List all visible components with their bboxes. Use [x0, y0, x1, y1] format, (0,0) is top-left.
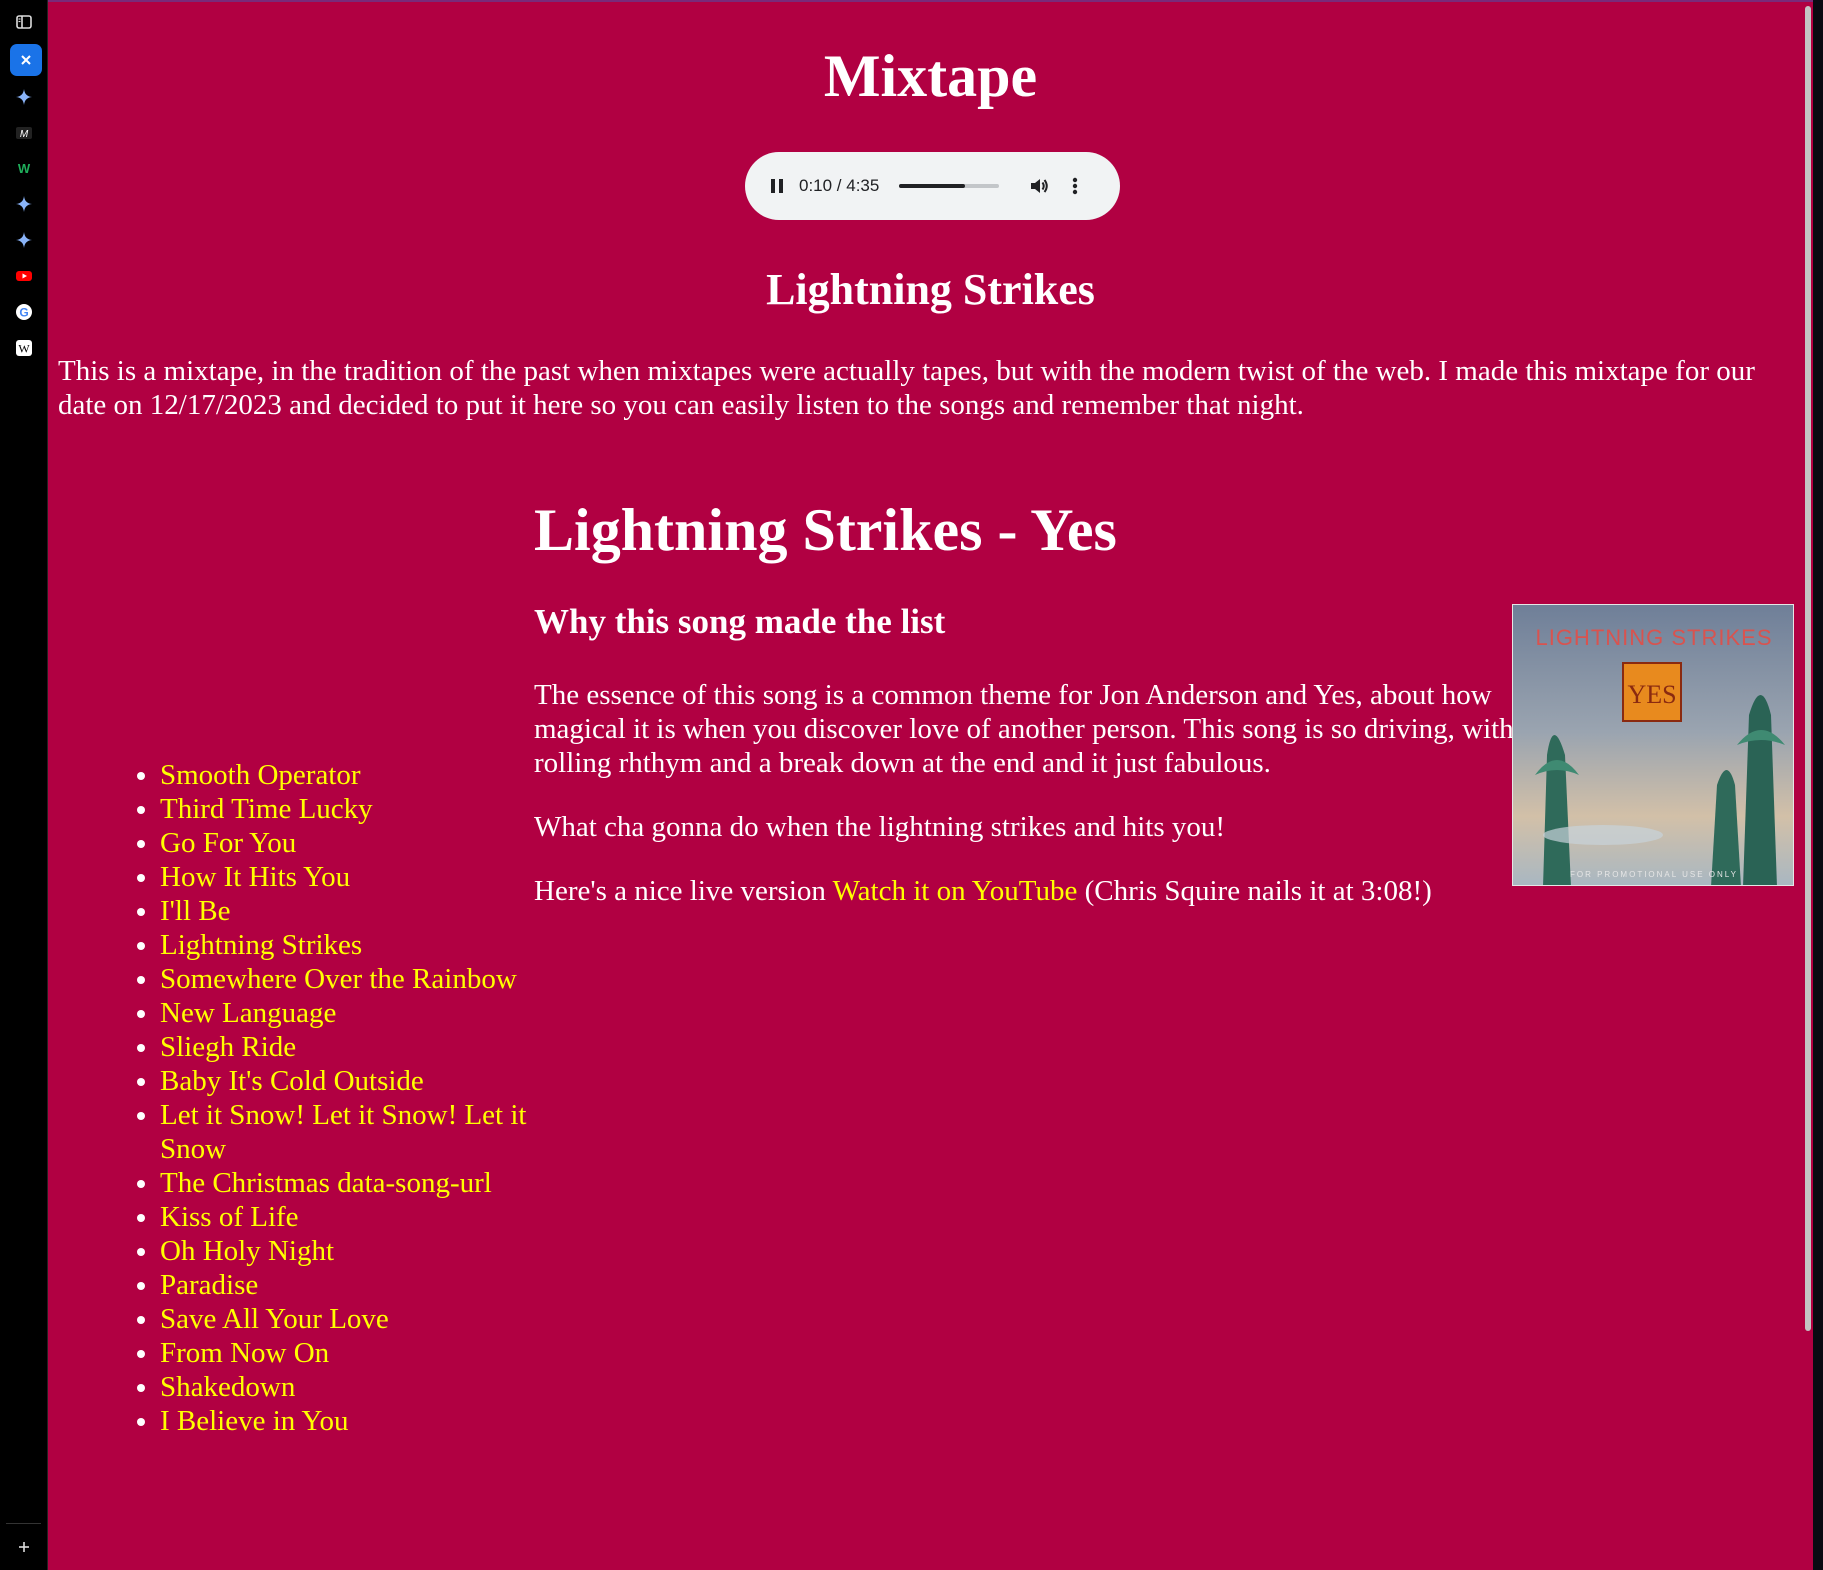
- song-link[interactable]: Somewhere Over the Rainbow: [160, 963, 517, 995]
- song-link[interactable]: Go For You: [160, 827, 296, 859]
- svg-text:W: W: [18, 342, 30, 356]
- song-link[interactable]: From Now On: [160, 1337, 329, 1369]
- gemini-icon[interactable]: [12, 228, 36, 252]
- seek-progress: [899, 184, 966, 188]
- song-list-item: Third Time Lucky: [160, 792, 550, 826]
- song-link[interactable]: Oh Holy Night: [160, 1235, 334, 1267]
- webflow-icon[interactable]: W: [12, 156, 36, 180]
- song-list-item: Lightning Strikes: [160, 928, 550, 962]
- medium-icon[interactable]: M: [12, 121, 36, 145]
- song-list-item: Let it Snow! Let it Snow! Let it Snow: [160, 1098, 550, 1166]
- album-footer-text: FOR PROMOTIONAL USE ONLY: [1570, 870, 1738, 879]
- song-link[interactable]: Smooth Operator: [160, 759, 361, 791]
- active-tab-close-icon[interactable]: [10, 44, 42, 76]
- song-list-item: Go For You: [160, 826, 550, 860]
- song-link[interactable]: Baby It's Cold Outside: [160, 1065, 424, 1097]
- audio-player[interactable]: 0:10 / 4:35: [745, 152, 1120, 220]
- google-icon[interactable]: G: [12, 300, 36, 324]
- mixtape-page: Mixtape 0:10 / 4:35 Lightning Strikes Th…: [48, 0, 1813, 1570]
- song-list-item: I'll Be: [160, 894, 550, 928]
- song-list: Smooth OperatorThird Time LuckyGo For Yo…: [110, 758, 550, 1438]
- song-link[interactable]: Paradise: [160, 1269, 258, 1301]
- song-link[interactable]: The Christmas data-song-url: [160, 1167, 492, 1199]
- live-version-line: Here's a nice live version Watch it on Y…: [534, 874, 1432, 908]
- live-suffix: (Chris Squire nails it at 3:08!): [1077, 875, 1432, 907]
- gemini-icon[interactable]: [12, 85, 36, 109]
- playback-time: 0:10 / 4:35: [799, 176, 880, 195]
- song-list-item: Baby It's Cold Outside: [160, 1064, 550, 1098]
- browser-side-panel: M W G W: [0, 0, 48, 1570]
- song-link[interactable]: Sliegh Ride: [160, 1031, 296, 1063]
- album-cover-image: LIGHTNING STRIKES YES FOR PROMOTIONAL US…: [1512, 604, 1794, 886]
- gemini-icon[interactable]: [12, 192, 36, 216]
- svg-text:W: W: [18, 161, 31, 176]
- page-title: Mixtape: [823, 43, 1038, 109]
- album-logo-text: YES: [1627, 680, 1676, 709]
- song-link[interactable]: Third Time Lucky: [160, 793, 373, 825]
- song-list-item: Smooth Operator: [160, 758, 550, 792]
- live-prefix: Here's a nice live version: [534, 875, 833, 907]
- scrollbar-thumb[interactable]: [1805, 6, 1811, 1331]
- intro-paragraph: This is a mixtape, in the tradition of t…: [58, 355, 1755, 421]
- song-list-item: Kiss of Life: [160, 1200, 550, 1234]
- svg-text:G: G: [19, 306, 28, 320]
- song-list-item: I Believe in You: [160, 1404, 550, 1438]
- plus-icon[interactable]: [12, 1535, 36, 1559]
- why-heading: Why this song made the list: [534, 602, 946, 641]
- youtube-icon[interactable]: [12, 264, 36, 288]
- more-options-icon[interactable]: [1067, 174, 1083, 198]
- page-scrollbar[interactable]: [1803, 2, 1813, 1570]
- side-panel-divider: [6, 1523, 41, 1524]
- song-list-item: Save All Your Love: [160, 1302, 550, 1336]
- song-link[interactable]: I'll Be: [160, 895, 230, 927]
- song-lyric-quote: What cha gonna do when the lightning str…: [534, 811, 1226, 843]
- song-list-item: Oh Holy Night: [160, 1234, 550, 1268]
- volume-icon[interactable]: [1027, 174, 1051, 198]
- song-link[interactable]: New Language: [160, 997, 336, 1029]
- song-link[interactable]: How It Hits You: [160, 861, 350, 893]
- song-link[interactable]: Kiss of Life: [160, 1201, 299, 1233]
- song-description: The essence of this song is a common the…: [534, 679, 1534, 779]
- song-list-item: How It Hits You: [160, 860, 550, 894]
- song-list-item: Sliegh Ride: [160, 1030, 550, 1064]
- svg-text:M: M: [20, 129, 29, 140]
- song-list-item: From Now On: [160, 1336, 550, 1370]
- song-link[interactable]: Save All Your Love: [160, 1303, 389, 1335]
- song-list-item: Somewhere Over the Rainbow: [160, 962, 550, 996]
- now-playing-title: Lightning Strikes: [766, 265, 1095, 314]
- song-link[interactable]: Let it Snow! Let it Snow! Let it Snow: [160, 1099, 526, 1165]
- album-title-text: LIGHTNING STRIKES: [1535, 625, 1772, 650]
- youtube-link[interactable]: Watch it on YouTube: [833, 875, 1078, 907]
- song-list-item: Shakedown: [160, 1370, 550, 1404]
- song-link[interactable]: Lightning Strikes: [160, 929, 362, 961]
- song-link[interactable]: Shakedown: [160, 1371, 295, 1403]
- song-list-item: Paradise: [160, 1268, 550, 1302]
- wikipedia-icon[interactable]: W: [12, 336, 36, 360]
- song-link[interactable]: I Believe in You: [160, 1405, 349, 1437]
- seek-slider[interactable]: [899, 184, 1000, 188]
- song-list-item: New Language: [160, 996, 550, 1030]
- pause-icon[interactable]: [767, 176, 787, 196]
- song-list-item: The Christmas data-song-url: [160, 1166, 550, 1200]
- sidebar-toggle-icon[interactable]: [12, 10, 36, 34]
- song-heading: Lightning Strikes - Yes: [534, 497, 1117, 563]
